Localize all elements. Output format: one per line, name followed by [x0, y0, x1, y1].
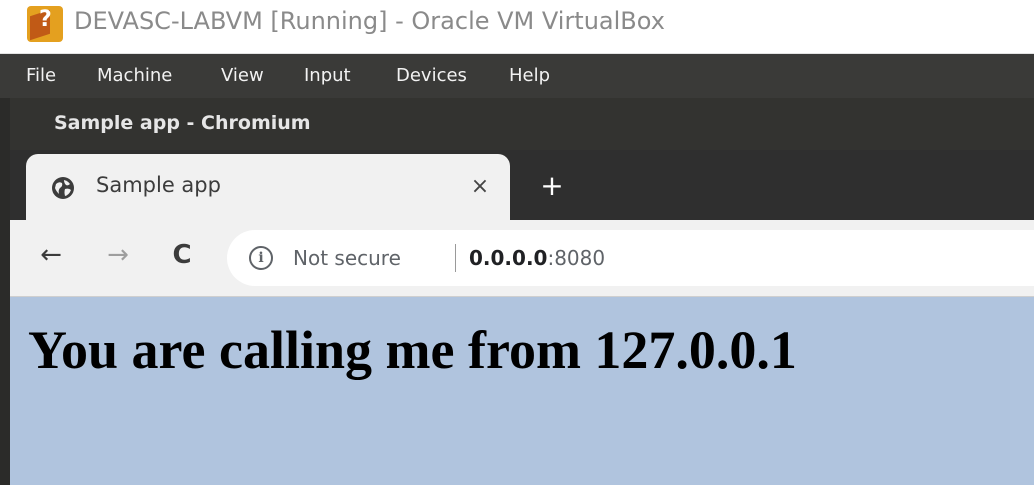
omnibox-divider: [455, 244, 456, 272]
chromium-window-title: Sample app - Chromium: [54, 112, 311, 134]
chromium-title-bar: Sample app - Chromium: [10, 98, 1034, 150]
security-indicator[interactable]: Not secure: [293, 246, 401, 270]
forward-button[interactable]: →: [103, 241, 133, 271]
host-window-title: DEVASC-LABVM [Running] - Oracle VM Virtu…: [74, 7, 665, 35]
tab-close-button[interactable]: ×: [466, 174, 494, 202]
page-heading: You are calling me from 127.0.0.1: [28, 320, 797, 380]
back-button[interactable]: ←: [36, 241, 66, 271]
tab-title: Sample app: [96, 173, 221, 197]
tab-sample-app[interactable]: Sample app ×: [26, 154, 510, 222]
menu-devices[interactable]: Devices: [396, 65, 467, 86]
browser-toolbar: ← → C i Not secure 0.0.0.0:8080: [10, 220, 1034, 297]
menu-machine[interactable]: Machine: [97, 65, 172, 86]
menu-file[interactable]: File: [26, 65, 56, 86]
address-bar[interactable]: i Not secure 0.0.0.0:8080: [227, 230, 1034, 286]
menu-input[interactable]: Input: [304, 65, 351, 86]
tab-strip: Sample app × +: [10, 150, 1034, 222]
host-title-bar: ? DEVASC-LABVM [Running] - Oracle VM Vir…: [0, 0, 1034, 54]
info-icon[interactable]: i: [249, 246, 273, 270]
menu-help[interactable]: Help: [509, 65, 550, 86]
host-menu-bar: File Machine View Input Devices Help: [0, 54, 1034, 98]
vm-screen-border: [0, 98, 10, 485]
url-port: :8080: [547, 246, 606, 270]
url-text[interactable]: 0.0.0.0:8080: [469, 246, 605, 270]
new-tab-button[interactable]: +: [537, 172, 567, 202]
menu-view[interactable]: View: [221, 65, 264, 86]
virtualbox-icon: ?: [27, 6, 63, 42]
reload-button[interactable]: C: [167, 241, 197, 271]
url-host: 0.0.0.0: [469, 246, 548, 270]
page-content: You are calling me from 127.0.0.1: [10, 297, 1034, 485]
globe-icon: [52, 177, 74, 199]
